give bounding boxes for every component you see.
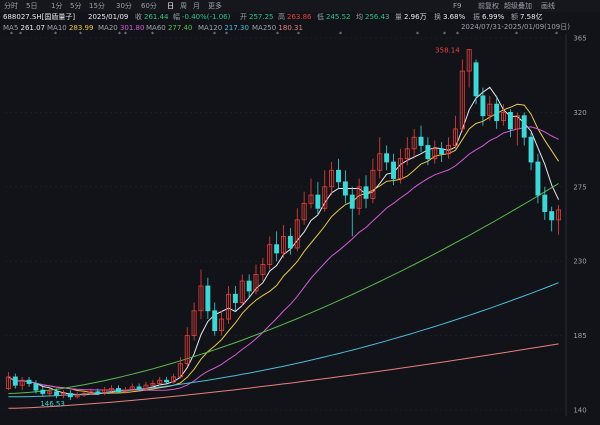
min-price-label: 146.53 (40, 400, 65, 408)
candle-body (95, 391, 101, 394)
candle-body (54, 391, 60, 396)
max-price-label: 358.14 (435, 47, 460, 55)
candle-body (246, 280, 252, 292)
date-range: 2024/07/31-2025/01/09(109日) (460, 23, 570, 31)
candle-body (528, 136, 534, 163)
candle-body (26, 379, 32, 384)
candle-body (384, 153, 390, 163)
y-tick-label: 230 (573, 258, 586, 266)
candle-body (205, 285, 211, 312)
candle-body (33, 383, 39, 391)
candle-body (507, 112, 513, 130)
ma-legend-ma250: MA250 180.31 (252, 24, 303, 32)
candle-body (542, 194, 548, 212)
ma-legend-ma60: MA60 277.40 (146, 24, 193, 32)
candle-body (391, 161, 396, 179)
ma-legend-ma10: MA10 283.99 (47, 24, 94, 32)
candle-body (349, 194, 355, 209)
kline-chart[interactable]: 365320275230185140 * * * * * * * * * * * * * * * * * 358… (0, 0, 600, 425)
candle-body (473, 62, 479, 97)
y-tick-label: 320 (573, 109, 586, 117)
candle-body (12, 376, 18, 386)
candle-body (212, 310, 218, 332)
candle-body (164, 379, 170, 383)
ma-legend-ma20: MA20 301.80 (98, 24, 145, 32)
candle-body (363, 186, 369, 199)
candle-body (439, 148, 445, 155)
candle-body (287, 235, 293, 249)
candle-body (342, 181, 348, 196)
candle-body (315, 194, 321, 209)
candle-body (425, 145, 431, 160)
y-tick-label: 140 (573, 407, 586, 415)
candle-body (494, 103, 500, 122)
candle-body (521, 115, 527, 138)
candle-body (535, 161, 541, 196)
candle-body (136, 386, 142, 389)
candle-body (67, 393, 73, 398)
candle-body (418, 136, 424, 146)
candle-body (232, 293, 238, 303)
candle-body (116, 388, 121, 393)
candle-body (40, 389, 46, 394)
candle-body (480, 95, 486, 117)
candle-body (274, 244, 280, 254)
ma-legend-ma5: MA5 261.07 (3, 24, 46, 32)
candle-body (336, 169, 341, 183)
y-tick-label: 185 (573, 332, 586, 340)
y-tick-label: 275 (573, 183, 586, 191)
candle-body (549, 211, 555, 221)
y-tick-label: 365 (573, 35, 586, 43)
ma-legend-ma120: MA120 217.30 (198, 24, 249, 32)
